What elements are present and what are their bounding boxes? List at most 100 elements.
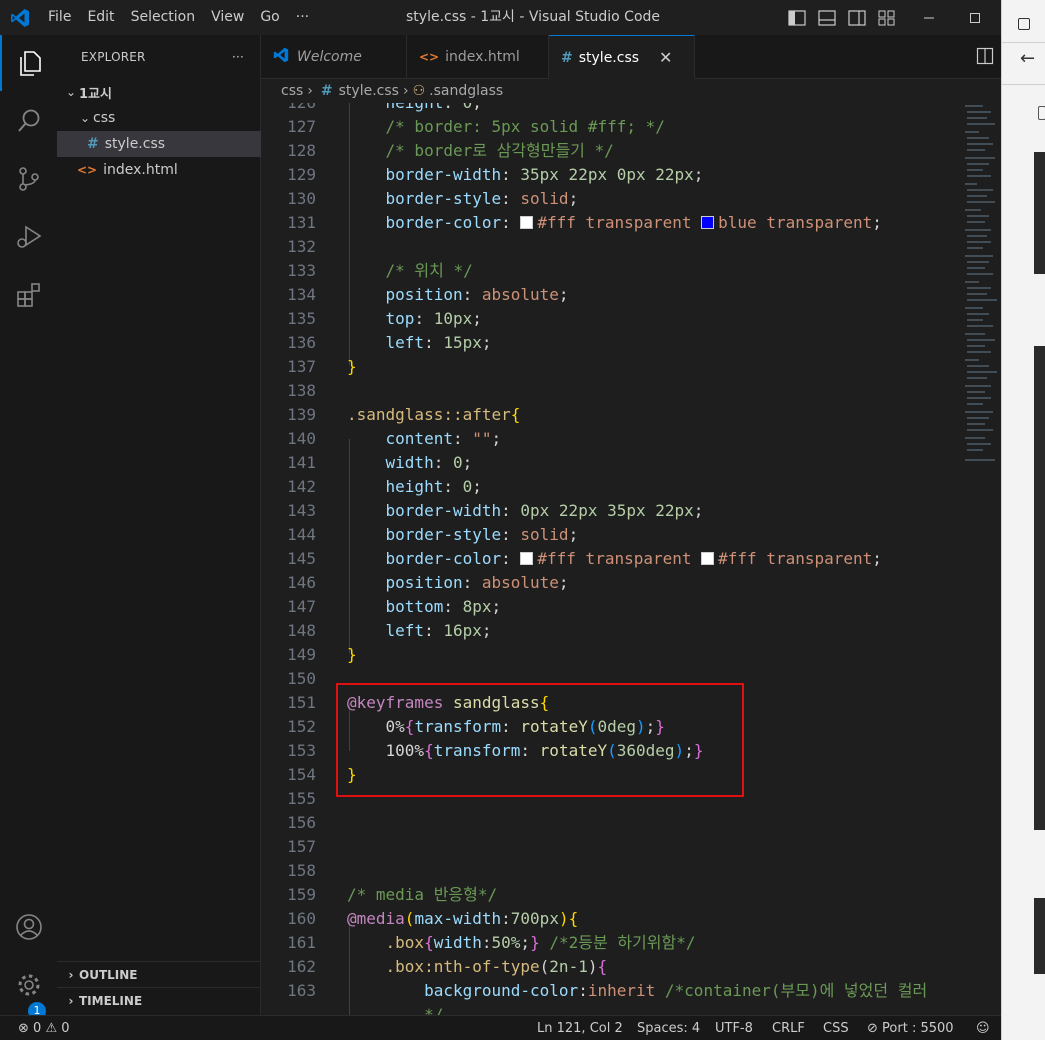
timeline-panel-header[interactable]: › TIMELINE xyxy=(57,987,261,1013)
code-line: 138 xyxy=(287,381,316,400)
root-folder-label: 1교시 xyxy=(79,86,112,102)
chevron-down-icon: ⌄ xyxy=(79,111,91,125)
title-bar: File Edit Selection View Go ··· style.cs… xyxy=(0,0,1001,35)
run-debug-icon[interactable] xyxy=(0,209,57,265)
warning-count: 0 xyxy=(61,1021,70,1036)
code-line: 149} xyxy=(287,645,357,664)
chevron-down-icon: ⌄ xyxy=(65,85,77,99)
cursor-position[interactable]: Ln 121, Col 2 xyxy=(537,1016,623,1040)
minimap[interactable] xyxy=(961,103,1001,1015)
activity-bar xyxy=(0,35,57,1015)
extensions-icon[interactable] xyxy=(0,267,57,323)
editor-tabs: Welcome <> index.html # style.css ✕ xyxy=(261,35,1001,79)
color-swatch[interactable] xyxy=(701,552,715,565)
css-file-icon: # xyxy=(87,136,99,152)
css-file-icon: # xyxy=(320,83,333,99)
code-line: 163 background-color:inherit /*container… xyxy=(287,981,928,1000)
color-swatch[interactable] xyxy=(520,216,534,229)
encoding[interactable]: UTF-8 xyxy=(715,1016,753,1040)
code-line: 147 bottom: 8px; xyxy=(287,597,502,616)
chevron-right-icon: › xyxy=(402,83,409,99)
code-line: 129 border-width: 35px 22px 0px 22px; xyxy=(287,165,704,184)
code-line: 132 xyxy=(287,237,316,256)
code-line: 161 .box{width:50%;} /*2등분 하기위함*/ xyxy=(287,933,696,952)
vscode-logo-icon xyxy=(273,47,289,67)
breadcrumb-folder[interactable]: css xyxy=(281,83,303,99)
account-icon[interactable] xyxy=(0,899,57,955)
code-line: 160 @media(max-width:700px){ xyxy=(287,909,579,928)
explorer-header: EXPLORER ··· xyxy=(57,35,260,79)
color-swatch[interactable] xyxy=(701,216,715,229)
live-server-port[interactable]: ⊘ Port : 5500 xyxy=(867,1016,954,1040)
line-ending[interactable]: CRLF xyxy=(772,1016,805,1040)
checkbox-icon[interactable] xyxy=(1038,106,1045,120)
menu-edit[interactable]: Edit xyxy=(79,0,122,35)
code-line: 134 position: absolute; xyxy=(287,285,569,304)
toggle-secondary-sidebar-icon[interactable] xyxy=(848,9,866,26)
tab-welcome[interactable]: Welcome xyxy=(261,35,407,79)
tree-folder-css[interactable]: ⌄ css xyxy=(57,105,261,131)
timeline-label: TIMELINE xyxy=(79,993,143,1008)
back-arrow-icon[interactable]: ← xyxy=(1020,48,1035,69)
customize-layout-icon[interactable] xyxy=(878,10,896,26)
status-bar: ⊗ 0 ⚠ 0 Ln 121, Col 2 Spaces: 4 UTF-8 CR… xyxy=(0,1015,1001,1040)
source-control-icon[interactable] xyxy=(0,151,57,207)
code-line: 146 position: absolute; xyxy=(287,573,569,592)
selector-symbol-icon: ⚇ xyxy=(412,83,426,99)
menu-selection[interactable]: Selection xyxy=(123,0,204,35)
toggle-primary-sidebar-icon[interactable] xyxy=(788,9,806,26)
feedback-icon[interactable]: ☺ xyxy=(976,1016,990,1040)
tab-index-html[interactable]: <> index.html xyxy=(407,35,549,79)
code-line: 137} xyxy=(287,357,357,376)
code-line: 126 height: 0; xyxy=(261,103,961,115)
maximize-icon[interactable] xyxy=(952,0,998,35)
port-label: Port : 5500 xyxy=(882,1021,954,1036)
language-mode[interactable]: CSS xyxy=(823,1016,849,1040)
menu-view[interactable]: View xyxy=(203,0,252,35)
no-entry-icon: ⊘ xyxy=(867,1021,878,1036)
code-editor[interactable]: 126 height: 0; 127 /* border: 5px solid … xyxy=(261,103,961,1015)
tree-file-index-html[interactable]: <> index.html xyxy=(57,157,261,183)
indentation[interactable]: Spaces: 4 xyxy=(637,1016,700,1040)
tab-index-html-label: index.html xyxy=(445,49,520,65)
split-editor-icon[interactable] xyxy=(976,47,994,65)
layout-controls xyxy=(788,0,896,35)
problems-indicator[interactable]: ⊗ 0 ⚠ 0 xyxy=(18,1016,70,1040)
code-line: 144 border-style: solid; xyxy=(287,525,579,544)
code-line: 156 xyxy=(287,813,316,832)
code-line: */ xyxy=(347,1005,444,1015)
code-line: 145 border-color: #fff transparent #fff … xyxy=(287,549,882,568)
code-line: 143 border-width: 0px 22px 35px 22px; xyxy=(287,501,704,520)
breadcrumb-symbol[interactable]: .sandglass xyxy=(429,83,503,99)
warning-icon: ⚠ xyxy=(45,1021,58,1036)
explorer-icon[interactable] xyxy=(0,35,57,91)
html-file-icon: <> xyxy=(419,50,440,64)
folder-css-label: css xyxy=(93,110,116,126)
error-count: 0 xyxy=(33,1021,42,1036)
error-icon: ⊗ xyxy=(18,1021,29,1036)
toggle-panel-icon[interactable] xyxy=(818,9,836,26)
outline-panel-header[interactable]: › OUTLINE xyxy=(57,961,261,987)
tree-root-folder[interactable]: ⌄ 1교시 xyxy=(57,79,261,105)
file-style-css-label: style.css xyxy=(104,136,166,152)
close-icon[interactable]: ✕ xyxy=(659,48,672,67)
menu-bar: File Edit Selection View Go ··· xyxy=(40,0,317,35)
explorer-title: EXPLORER xyxy=(81,50,146,64)
color-swatch[interactable] xyxy=(520,552,534,565)
minimize-icon[interactable] xyxy=(906,0,952,35)
menu-more[interactable]: ··· xyxy=(288,0,317,35)
outline-label: OUTLINE xyxy=(79,967,138,982)
menu-file[interactable]: File xyxy=(40,0,79,35)
preview-block xyxy=(1034,346,1045,830)
tree-file-style-css[interactable]: # style.css xyxy=(57,131,261,157)
chevron-right-icon: › xyxy=(68,967,74,982)
file-index-html-label: index.html xyxy=(103,162,178,178)
breadcrumb-file[interactable]: style.css xyxy=(339,83,399,99)
explorer-more-button[interactable]: ··· xyxy=(232,50,244,64)
menu-go[interactable]: Go xyxy=(252,0,287,35)
search-icon[interactable] xyxy=(0,93,57,149)
code-line: 131 border-color: #fff transparent blue … xyxy=(287,213,882,232)
manage-gear-icon[interactable] xyxy=(0,957,57,1013)
tab-style-css[interactable]: # style.css ✕ xyxy=(549,35,695,79)
explorer-sidebar: EXPLORER ··· ⌄ 1교시 ⌄ css # style.css <> … xyxy=(57,35,261,1015)
